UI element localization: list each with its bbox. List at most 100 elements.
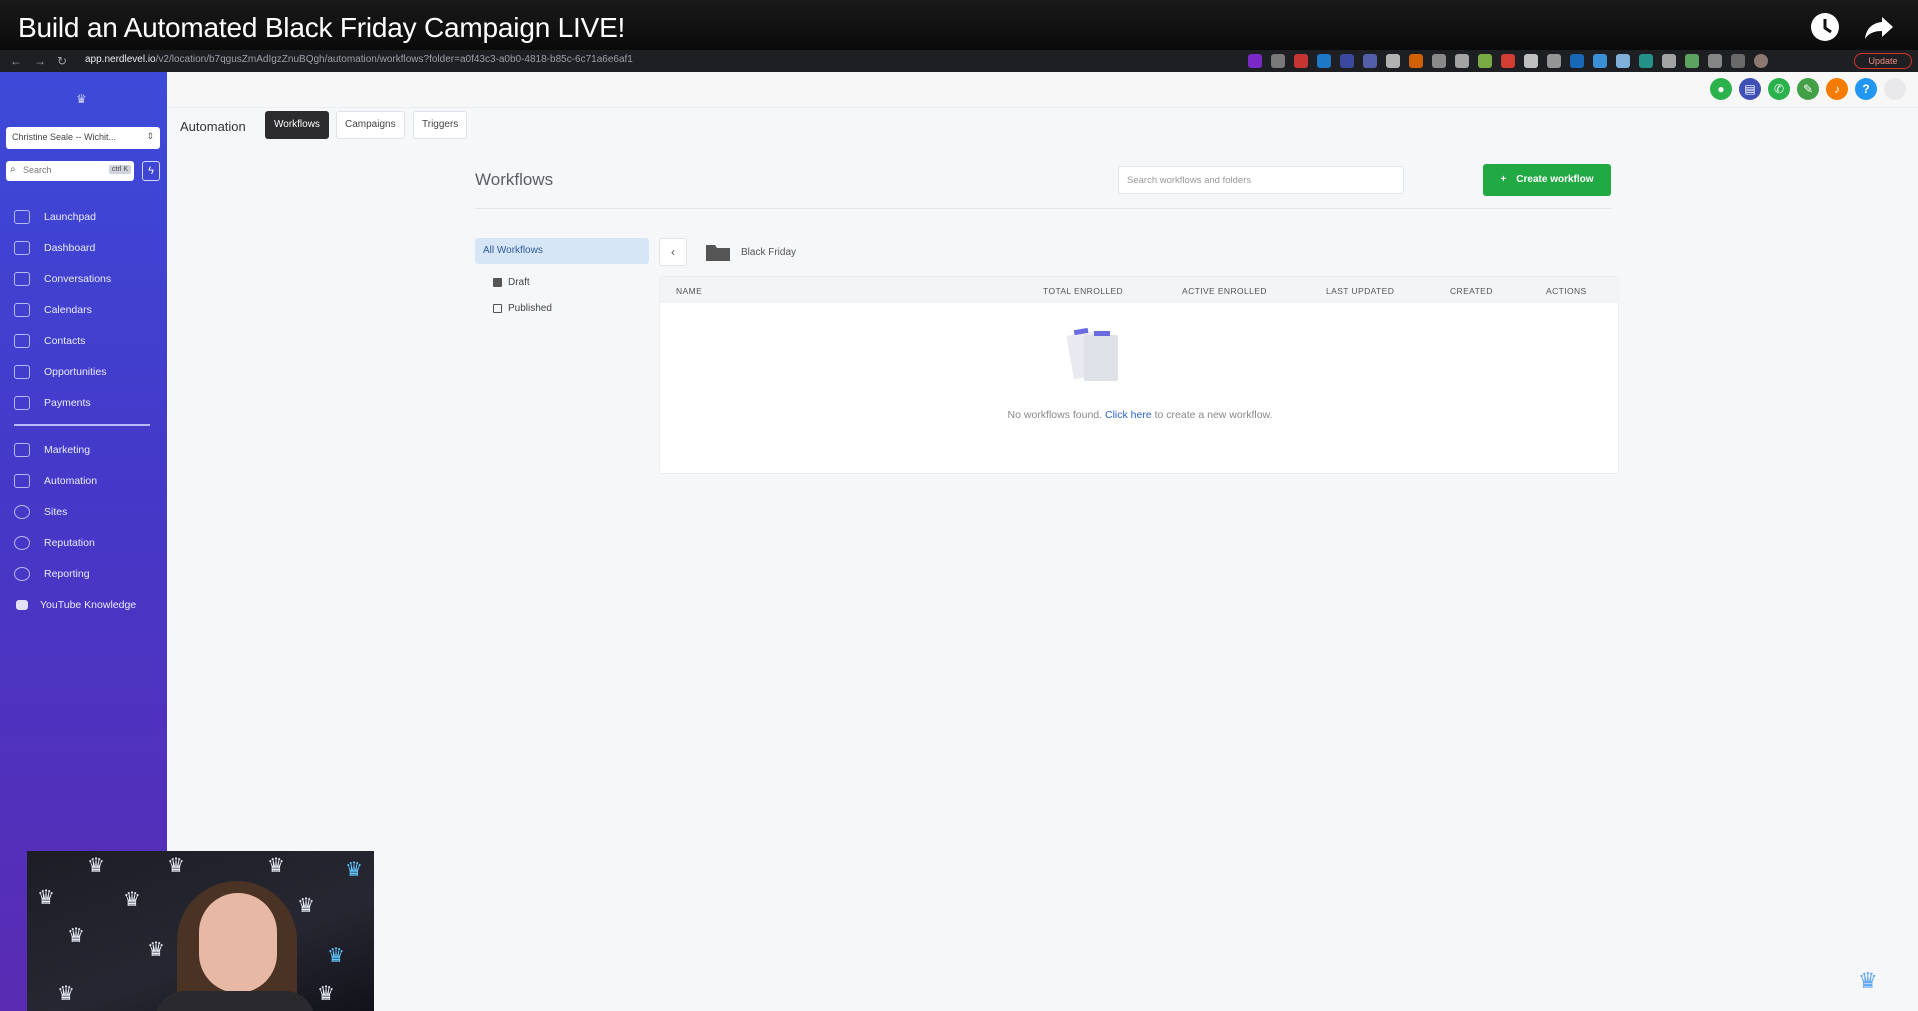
tab-triggers[interactable]: Triggers [413, 111, 468, 139]
crown-icon: ♛ [67, 925, 85, 947]
tab-workflows[interactable]: Workflows [265, 111, 329, 139]
column-header[interactable]: ACTIVE ENROLLED [1182, 286, 1267, 296]
address-bar[interactable]: app.nerdlevel.io/v2/location/b7qgusZmAdI… [85, 54, 1235, 68]
sidebar-item-reputation[interactable]: Reputation [14, 534, 95, 552]
sidebar-item-sites[interactable]: Sites [14, 503, 67, 521]
extension-icon[interactable] [1593, 54, 1607, 68]
workflow-search-input[interactable]: Search workflows and folders [1118, 166, 1404, 194]
extension-icon[interactable] [1478, 54, 1492, 68]
create-new-workflow-link[interactable]: Click here [1105, 409, 1152, 421]
extension-icon[interactable] [1455, 54, 1469, 68]
crown-icon: ♛ [345, 859, 363, 881]
sidebar-item-label: Opportunities [44, 366, 107, 378]
crown-icon: ♛ [37, 887, 55, 909]
top-header: ● ▤ ✆ ✎ ♪ ? [167, 72, 1918, 108]
extension-icon[interactable] [1662, 54, 1676, 68]
extension-icon[interactable] [1271, 54, 1285, 68]
url-path: /v2/location/b7qgusZmAdIgzZnuBQgh/automa… [155, 54, 633, 65]
breadcrumb[interactable]: Black Friday [741, 247, 796, 258]
chevron-updown-icon: ⇕ [146, 131, 154, 141]
extension-icon[interactable] [1547, 54, 1561, 68]
sidebar-item-youtube-knowledge[interactable]: YouTube Knowledge [16, 596, 136, 614]
extension-icon[interactable] [1409, 54, 1423, 68]
sidebar-item-contacts[interactable]: Contacts [14, 332, 85, 350]
sidebar-item-launchpad[interactable]: Launchpad [14, 208, 96, 226]
webcam-overlay: ♛ ♛ ♛ ♛ ♛ ♛ ♛ ♛ ♛ ♛ ♛ ♛ [27, 851, 374, 1011]
empty-state-text: No workflows found. [1007, 409, 1103, 421]
empty-state-message: No workflows found. Click here to create… [660, 409, 1620, 421]
forward-arrow-icon[interactable]: → [34, 54, 46, 68]
workflows-page: Workflows Search workflows and folders +… [167, 148, 1918, 1011]
reload-icon[interactable]: ↻ [57, 54, 67, 68]
folder-label: Published [508, 302, 552, 314]
sidebar-item-label: YouTube Knowledge [40, 599, 137, 611]
sidebar-item-conversations[interactable]: Conversations [14, 270, 111, 288]
draft-icon [493, 277, 502, 287]
column-header[interactable]: NAME [676, 286, 702, 296]
workflows-table: NAME TOTAL ENROLLED ACTIVE ENROLLED LAST… [659, 276, 1620, 474]
update-button[interactable]: Update [1854, 53, 1912, 69]
sidebar-item-label: Contacts [44, 335, 86, 347]
video-title: Build an Automated Black Friday Campaign… [18, 12, 626, 43]
watch-later-icon[interactable] [1808, 10, 1842, 44]
help-icon[interactable]: ? [1855, 78, 1877, 100]
sidebar-search-placeholder: Search [23, 165, 52, 175]
extension-icon[interactable] [1317, 54, 1331, 68]
sidepanel-icon[interactable] [1731, 54, 1745, 68]
sidebar-item-label: Dashboard [44, 242, 96, 254]
video-title-bar: Build an Automated Black Friday Campaign… [0, 0, 1918, 50]
back-button[interactable]: ‹ [659, 238, 687, 266]
extension-icon[interactable] [1386, 54, 1400, 68]
sidebar-item-automation[interactable]: Automation [14, 472, 97, 490]
plus-icon: + [1500, 174, 1507, 185]
sidebar-item-opportunities[interactable]: Opportunities [14, 363, 106, 381]
chat-bubble-icon[interactable]: ● [1710, 78, 1732, 100]
sidebar-item-dashboard[interactable]: Dashboard [14, 239, 95, 257]
bell-icon[interactable]: ♪ [1826, 78, 1848, 100]
column-header: ACTIONS [1546, 286, 1587, 296]
phone-icon[interactable]: ✆ [1768, 78, 1790, 100]
message-icon[interactable]: ▤ [1739, 78, 1761, 100]
extension-icon[interactable] [1363, 54, 1377, 68]
sidebar-item-marketing[interactable]: Marketing [14, 441, 90, 459]
extension-icon[interactable] [1570, 54, 1584, 68]
globe-icon [14, 505, 30, 519]
folder-draft[interactable]: Draft [493, 274, 649, 290]
extension-icon[interactable] [1524, 54, 1538, 68]
sidebar-search-input[interactable]: ⌕ Search ctrl K [6, 161, 134, 181]
extension-icon[interactable] [1340, 54, 1354, 68]
sidebar-item-payments[interactable]: Payments [14, 394, 91, 412]
create-workflow-button[interactable]: + Create workflow [1483, 164, 1611, 196]
folder-all-workflows[interactable]: All Workflows [475, 238, 649, 264]
back-arrow-icon[interactable]: ← [10, 54, 22, 68]
extension-icon[interactable] [1432, 54, 1446, 68]
column-header[interactable]: TOTAL ENROLLED [1043, 286, 1123, 296]
extension-icon[interactable] [1639, 54, 1653, 68]
column-header[interactable]: CREATED [1450, 286, 1493, 296]
extension-icon[interactable] [1501, 54, 1515, 68]
quick-action-button[interactable]: ϟ [142, 161, 160, 181]
extension-icon[interactable] [1616, 54, 1630, 68]
profile-avatar[interactable] [1754, 54, 1768, 68]
extension-icon[interactable] [1248, 54, 1262, 68]
share-icon[interactable] [1862, 10, 1896, 44]
puzzle-icon[interactable] [1708, 54, 1722, 68]
sidebar-item-calendars[interactable]: Calendars [14, 301, 92, 319]
extension-icon[interactable] [1294, 54, 1308, 68]
empty-state-illustration [1066, 327, 1118, 381]
megaphone-icon[interactable]: ✎ [1797, 78, 1819, 100]
create-workflow-label: Create workflow [1516, 174, 1594, 185]
sidebar-item-label: Reporting [44, 568, 90, 580]
sidebar-item-reporting[interactable]: Reporting [14, 565, 90, 583]
extension-icon[interactable] [1685, 54, 1699, 68]
sidebar-item-label: Reputation [44, 537, 95, 549]
account-switcher[interactable]: Christine Seale -- Wichit... ⇕ [6, 127, 160, 149]
extensions-row [1248, 54, 1768, 68]
user-avatar[interactable] [1884, 78, 1906, 100]
header-divider [475, 208, 1611, 209]
folder-published[interactable]: Published [493, 300, 649, 316]
column-header[interactable]: LAST UPDATED [1326, 286, 1394, 296]
sidebar-item-label: Sites [44, 506, 68, 518]
tab-campaigns[interactable]: Campaigns [336, 111, 405, 139]
crown-icon: ♛ [57, 983, 75, 1005]
